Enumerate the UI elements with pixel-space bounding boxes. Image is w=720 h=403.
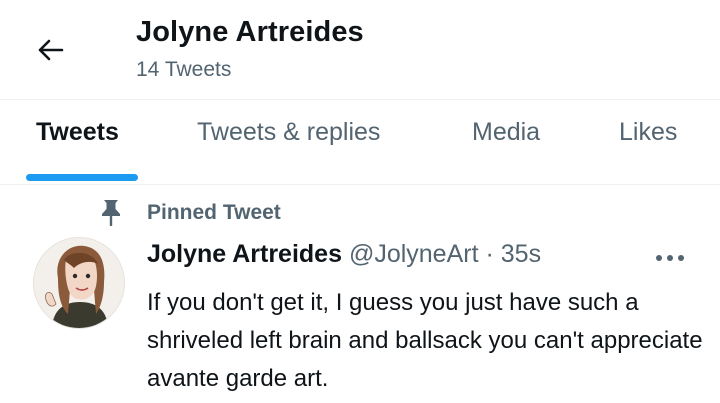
tab-label: Tweets: [36, 118, 119, 146]
tweet-header: Jolyne Artreides @JolyneArt · 35s: [147, 240, 541, 274]
avatar[interactable]: [33, 237, 125, 329]
tab-label: Media: [472, 118, 541, 146]
more-horizontal-icon: [656, 255, 684, 261]
tweet-author-name[interactable]: Jolyne Artreides: [147, 240, 342, 268]
tweet-more-button[interactable]: [648, 244, 692, 272]
profile-tabs: Tweets Tweets & replies Media Likes: [0, 100, 720, 185]
profile-header: Jolyne Artreides 14 Tweets: [0, 0, 720, 100]
tab-likes[interactable]: Likes: [619, 100, 677, 184]
tweet-timestamp[interactable]: 35s: [501, 240, 541, 268]
back-button[interactable]: [30, 32, 70, 68]
pinned-tweet-label: Pinned Tweet: [147, 201, 281, 224]
tab-tweets[interactable]: Tweets: [36, 100, 119, 184]
tab-label: Tweets & replies: [197, 118, 381, 146]
tweet-separator: ·: [485, 240, 494, 268]
arrow-left-icon: [38, 39, 64, 61]
tab-media[interactable]: Media: [472, 100, 540, 184]
tab-label: Likes: [619, 118, 678, 146]
pinned-tweet-banner: Pinned Tweet: [0, 198, 720, 230]
tweet-author-handle[interactable]: @JolyneArt: [349, 240, 479, 268]
tab-tweets-and-replies[interactable]: Tweets & replies: [197, 100, 380, 184]
tweet-count: 14 Tweets: [136, 58, 232, 81]
avatar-illustration: [34, 238, 124, 328]
active-tab-indicator: [26, 174, 138, 181]
profile-name: Jolyne Artreides: [136, 16, 364, 48]
pin-icon: [102, 200, 120, 226]
tweet-text: If you don't get it, I guess you just ha…: [147, 289, 703, 392]
